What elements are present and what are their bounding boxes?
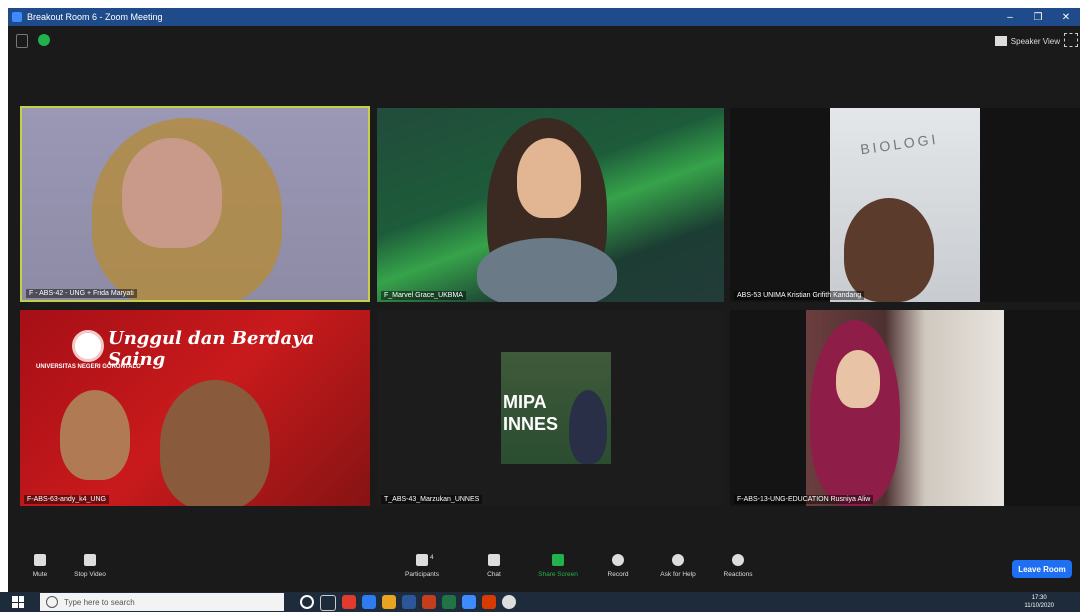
window-title: Breakout Room 6 - Zoom Meeting [27,12,163,22]
app-icon[interactable] [442,595,456,609]
mute-label: Mute [32,571,48,578]
app-icon[interactable] [362,595,376,609]
app-icon[interactable] [342,595,356,609]
app-icon[interactable] [422,595,436,609]
speaker-view-icon [994,36,1007,46]
encryption-icon[interactable] [38,34,50,46]
record-label: Record [607,571,629,578]
university-name: UNIVERSITAS NEGERI GORONTALO [36,364,141,370]
participant-name: F - ABS-42 - UNG + Frida Maryati [26,289,137,298]
windows-start-icon[interactable] [12,596,24,608]
participant-name: T_ABS-43_Marzukan_UNNES [381,495,483,504]
maximize-button[interactable]: ❐ [1024,12,1052,23]
profile-person [569,390,607,464]
video-tile-6[interactable]: F-ABS-13-UNG-EDUCATION Rusniya Aliw [730,310,1080,506]
participant-name: ABS-53 UNIMA Kristian Grifith Kandang [734,291,865,300]
close-button[interactable]: ✕ [1052,12,1080,23]
help-icon [672,554,684,566]
leave-room-button[interactable]: Leave Room [1012,560,1072,578]
participant-video: BIOLOGI [830,108,980,302]
share-screen-icon [552,554,564,566]
video-tile-5[interactable]: MIPA INNES T_ABS-43_Marzukan_UNNES [377,310,724,506]
search-icon [46,596,58,608]
ask-for-help-label: Ask for Help [660,571,696,578]
reactions-button[interactable]: Reactions [708,554,768,578]
university-logo [72,330,104,362]
chat-button[interactable]: Chat [464,554,524,578]
minimize-button[interactable]: – [996,12,1024,23]
clock-date: 11/10/2020 [1024,603,1054,609]
clock-time: 17:30 [1031,595,1047,601]
video-camera-icon [84,554,96,566]
fullscreen-icon[interactable] [1064,33,1078,47]
windows-taskbar: Type here to search 17:30 11/10/2020 [0,592,1080,612]
record-icon [612,554,624,566]
wall-text: BIOLOGI [859,130,940,158]
participant-face [844,198,934,302]
participants-count: 4 [430,554,434,561]
participant-face [517,138,581,218]
reactions-icon [732,554,744,566]
record-button[interactable]: Record [588,554,648,578]
zoom-app-icon [12,12,22,22]
participant-body [477,238,617,302]
background-motto: Unggul dan Berdaya Saing [108,328,315,370]
app-icon[interactable] [382,595,396,609]
app-icon[interactable] [482,595,496,609]
security-shield-icon[interactable] [16,34,28,48]
participants-button[interactable]: Participants 4 [392,554,452,578]
speaker-view-label: Speaker View [1010,36,1060,46]
taskbar-apps [300,595,516,611]
video-tile-4[interactable]: Unggul dan Berdaya Saing UNIVERSITAS NEG… [20,310,370,506]
video-tile-2[interactable]: F_Marvel Grace_UKBMA [377,108,724,302]
cortana-icon[interactable] [300,595,314,609]
profile-text-line1: MIPA [503,392,547,412]
stop-video-button[interactable]: Stop Video [60,554,120,578]
task-view-icon[interactable] [320,595,336,611]
meeting-topbar: Speaker View [8,26,1080,56]
participant-face [122,138,222,248]
participant-name: F-ABS-13-UNG-EDUCATION Rusniya Aliw [734,495,874,504]
ask-for-help-button[interactable]: Ask for Help [648,554,708,578]
participant-name: F_Marvel Grace_UKBMA [381,291,466,300]
window-titlebar: Breakout Room 6 - Zoom Meeting – ❐ ✕ [8,8,1080,26]
participants-label: Participants [405,571,439,578]
meeting-toolbar: Mute Stop Video Participants 4 Chat Shar… [8,548,1080,592]
meeting-area: Speaker View F - ABS-42 - UNG + Frida Ma… [8,26,1080,592]
app-icon[interactable] [402,595,416,609]
share-screen-label: Share Screen [538,571,578,578]
microphone-icon [34,554,46,566]
participants-icon [416,554,428,566]
speaker-view-button[interactable]: Speaker View [994,32,1060,50]
participant-name: F-ABS-63-andy_k4_UNG [24,495,109,504]
taskbar-search[interactable]: Type here to search [40,593,284,611]
share-screen-button[interactable]: Share Screen [528,554,588,578]
video-tile-1[interactable]: F - ABS-42 - UNG + Frida Maryati [20,106,370,302]
app-icon[interactable] [462,595,476,609]
reactions-label: Reactions [723,571,753,578]
search-placeholder: Type here to search [64,597,135,607]
thumbs-up-hand [60,390,130,480]
settings-icon[interactable] [502,595,516,609]
profile-text-line2: INNES [503,414,559,434]
participant-face [160,380,270,506]
system-clock[interactable]: 17:30 11/10/2020 [1024,594,1054,610]
profile-picture: MIPA INNES [501,352,611,464]
chat-icon [488,554,500,566]
video-tile-3[interactable]: BIOLOGI ABS-53 UNIMA Kristian Grifith Ka… [730,108,1080,302]
stop-video-label: Stop Video [74,571,106,578]
participant-hijab [810,320,900,506]
participant-video [806,310,1004,506]
participant-face [836,350,880,408]
chat-label: Chat [487,571,501,578]
